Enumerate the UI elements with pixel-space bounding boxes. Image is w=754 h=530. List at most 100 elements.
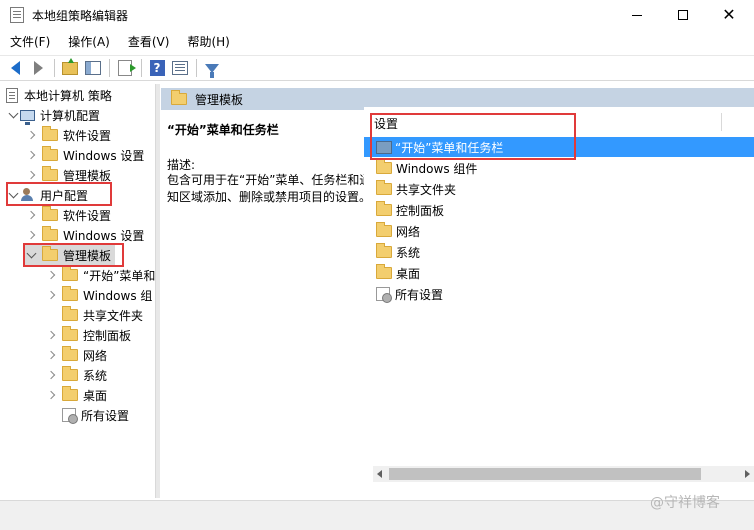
all-settings-icon [376, 287, 392, 303]
export-list-button[interactable] [114, 57, 136, 79]
tree-item-windows-components[interactable]: Windows 组 [44, 285, 152, 305]
folder-icon [376, 180, 392, 195]
show-hide-tree-button[interactable] [82, 57, 104, 79]
tree-item-label: 软件设置 [63, 128, 112, 143]
tree-item-computer-software-settings[interactable]: 软件设置 [24, 125, 111, 145]
tree-item-label: 管理模板 [63, 168, 112, 183]
list-item-label: 共享文件夹 [396, 182, 457, 197]
tree-item-label: 软件设置 [63, 208, 112, 223]
folder-icon [42, 146, 58, 161]
menu-bar: 文件(F) 操作(A) 查看(V) 帮助(H) [0, 31, 754, 53]
filter-button[interactable] [201, 57, 223, 79]
expand-chevron-right-icon[interactable] [24, 230, 38, 240]
tree-item-user-config[interactable]: 用户配置 [6, 185, 88, 205]
tree-item-computer-config[interactable]: 计算机配置 [6, 105, 100, 125]
folder-icon [42, 166, 58, 181]
tree-item-user-admin-templates[interactable]: 管理模板 [24, 245, 116, 265]
tree-item-user-windows-settings[interactable]: Windows 设置 [24, 225, 144, 245]
toolbar-separator [196, 59, 197, 77]
list-item-desktop[interactable]: 桌面 [376, 263, 420, 283]
tree-scrollbar[interactable] [156, 84, 160, 498]
list-item-label: 系统 [396, 245, 421, 260]
folder-icon [42, 246, 58, 261]
tree-item-network[interactable]: 网络 [44, 345, 107, 365]
folder-icon [62, 326, 78, 341]
list-item-network[interactable]: 网络 [376, 221, 420, 241]
list-item-start-menu-taskbar[interactable]: “开始”菜单和任务栏 [364, 137, 754, 157]
expand-chevron-right-icon[interactable] [44, 330, 58, 340]
all-settings-icon [62, 408, 78, 424]
tree-item-label: 桌面 [83, 388, 108, 403]
expand-chevron-right-icon[interactable] [44, 370, 58, 380]
tree-item-all-settings[interactable]: 所有设置 [44, 405, 129, 425]
folder-icon [62, 346, 78, 361]
menu-help[interactable]: 帮助(H) [177, 31, 237, 53]
title-bar: 本地组策略编辑器 ✕ [0, 0, 754, 30]
gpedit-app-icon [10, 7, 24, 23]
tree-item-label: 系统 [83, 368, 108, 383]
list-item-system[interactable]: 系统 [376, 242, 420, 262]
tree-item-root[interactable]: 本地计算机 策略 [6, 85, 112, 105]
scrollbar-thumb[interactable] [389, 468, 701, 480]
tree-item-control-panel[interactable]: 控制面板 [44, 325, 131, 345]
expand-chevron-right-icon[interactable] [44, 390, 58, 400]
help-button[interactable]: ? [146, 57, 168, 79]
tree-item-start-menu-taskbar[interactable]: “开始”菜单和 [44, 265, 155, 285]
expand-chevron-down-icon[interactable] [24, 248, 38, 258]
expand-chevron-right-icon[interactable] [24, 210, 38, 220]
help-icon: ? [149, 60, 165, 76]
tree-item-shared-folders[interactable]: 共享文件夹 [44, 305, 143, 325]
expand-chevron-right-icon[interactable] [24, 130, 38, 140]
tree-item-label: 本地计算机 策略 [24, 88, 112, 103]
view-button[interactable] [169, 57, 191, 79]
column-separator[interactable] [721, 113, 722, 131]
back-arrow-icon [10, 61, 20, 75]
expand-chevron-right-icon[interactable] [24, 170, 38, 180]
expand-chevron-right-icon[interactable] [44, 350, 58, 360]
tree-item-label: 共享文件夹 [83, 308, 144, 323]
policy-document-icon [6, 87, 18, 103]
scroll-right-icon[interactable] [745, 470, 750, 478]
list-item-all-settings[interactable]: 所有设置 [376, 284, 443, 304]
close-icon: ✕ [722, 5, 736, 24]
expand-chevron-right-icon[interactable] [24, 150, 38, 160]
back-button[interactable] [4, 57, 26, 79]
up-one-level-button[interactable] [59, 57, 81, 79]
forward-button[interactable] [27, 57, 49, 79]
tree-item-desktop[interactable]: 桌面 [44, 385, 107, 405]
tree-item-user-software-settings[interactable]: 软件设置 [24, 205, 111, 225]
folder-icon [376, 159, 392, 174]
view-icon [172, 61, 188, 75]
tree-item-label: 用户配置 [40, 188, 89, 203]
toolbar-separator [141, 59, 142, 77]
menu-file[interactable]: 文件(F) [0, 31, 58, 53]
tree-item-computer-windows-settings[interactable]: Windows 设置 [24, 145, 144, 165]
toolbar-separator [109, 59, 110, 77]
scroll-left-icon[interactable] [377, 470, 382, 478]
close-button[interactable]: ✕ [706, 0, 752, 30]
minimize-button[interactable] [614, 0, 660, 30]
expand-chevron-right-icon[interactable] [44, 270, 58, 280]
folder-icon [62, 386, 78, 401]
tree-item-label: “开始”菜单和 [83, 268, 156, 283]
tree-item-label: Windows 设置 [63, 148, 145, 163]
toolbar: ? [0, 55, 754, 81]
column-header-settings[interactable]: 设置 [374, 115, 398, 132]
expand-chevron-down-icon[interactable] [6, 108, 20, 118]
tree-item-label: 控制面板 [83, 328, 132, 343]
menu-view[interactable]: 查看(V) [118, 31, 178, 53]
maximize-button[interactable] [660, 0, 706, 30]
list-item-windows-components[interactable]: Windows 组件 [376, 158, 477, 178]
menu-action[interactable]: 操作(A) [58, 31, 118, 53]
folder-icon [62, 266, 78, 281]
tree-item-system[interactable]: 系统 [44, 365, 107, 385]
expand-chevron-down-icon[interactable] [6, 188, 20, 198]
tree-item-label: 网络 [83, 348, 108, 363]
tree-item-computer-admin-templates[interactable]: 管理模板 [24, 165, 111, 185]
folder-icon [171, 90, 187, 105]
expand-chevron-right-icon[interactable] [44, 290, 58, 300]
list-item-control-panel[interactable]: 控制面板 [376, 200, 444, 220]
status-bar [0, 500, 754, 530]
horizontal-scrollbar[interactable] [373, 466, 754, 482]
list-item-shared-folders[interactable]: 共享文件夹 [376, 179, 456, 199]
